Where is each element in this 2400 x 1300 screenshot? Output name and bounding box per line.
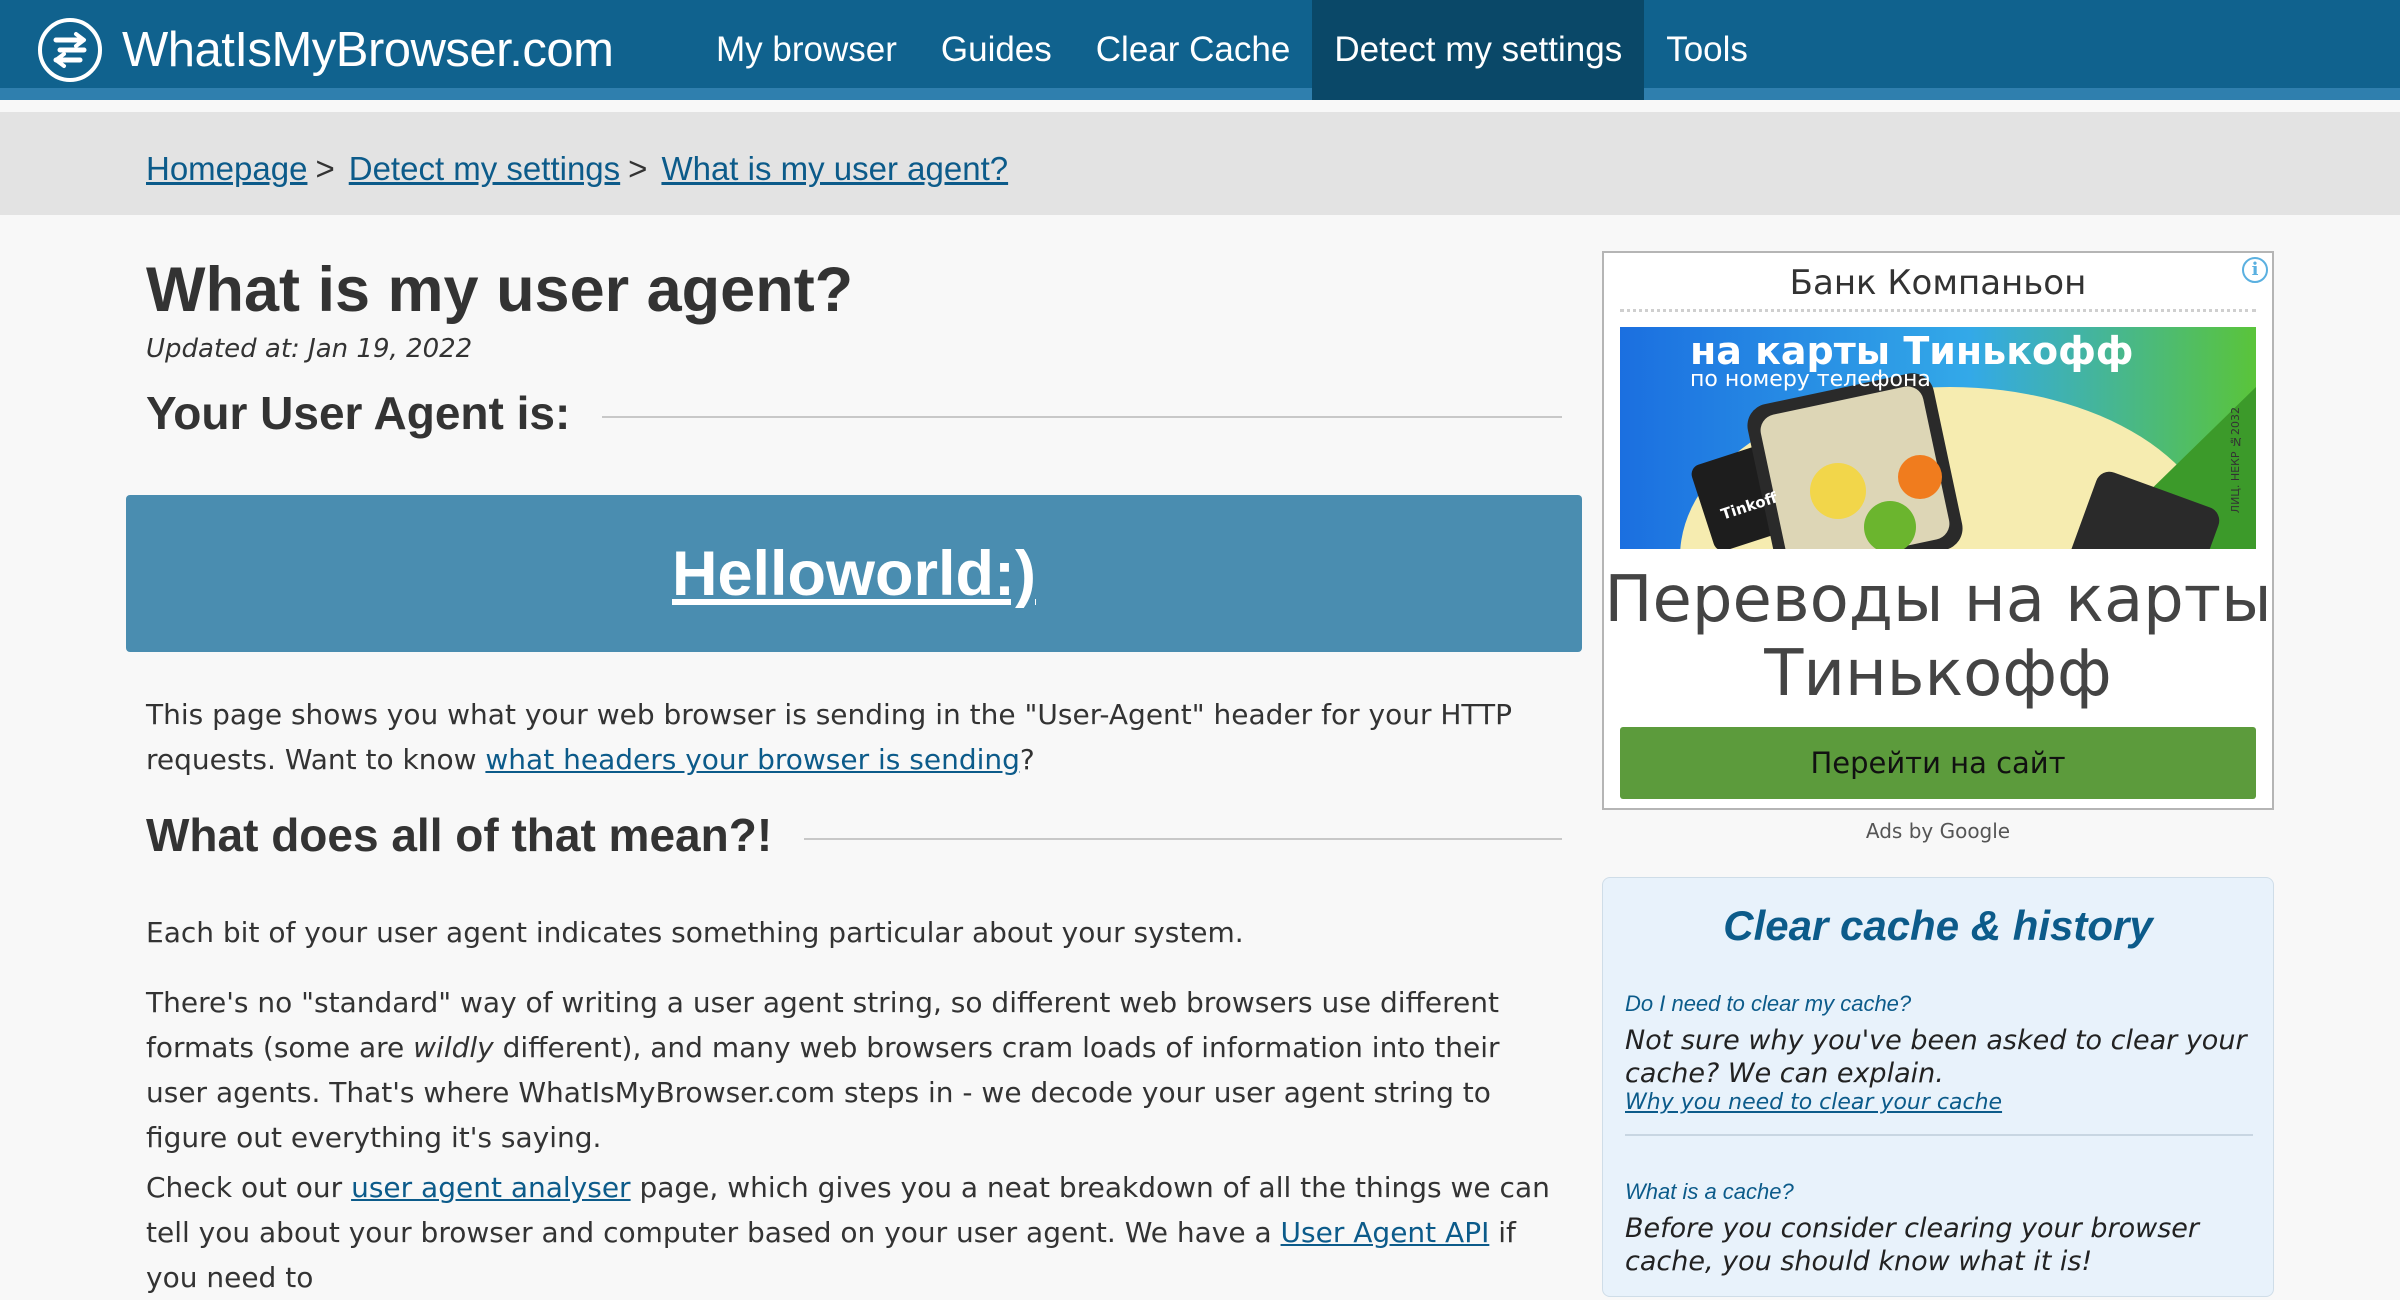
ad-advertiser: Банк Компаньон bbox=[1789, 263, 2087, 303]
ad-visit-site-button[interactable]: Перейти на сайт bbox=[1620, 727, 2256, 799]
breadcrumb-bar: Homepage > Detect my settings > What is … bbox=[0, 112, 2400, 215]
updated-date: Updated at: Jan 19, 2022 bbox=[146, 334, 473, 364]
meaning-heading-text: What does all of that mean?! bbox=[146, 809, 773, 861]
card-item-text: Not sure why you've been asked to clear … bbox=[1625, 1025, 2247, 1089]
card-item-heading-link[interactable]: What is a cache? bbox=[1625, 1179, 1794, 1204]
page-title: What is my user agent? bbox=[146, 255, 854, 325]
whatismybrowser-logo-icon bbox=[38, 18, 102, 82]
nav-tools[interactable]: Tools bbox=[1644, 0, 1770, 100]
card-item-text: Before you consider clearing your browse… bbox=[1625, 1213, 2199, 1277]
main-nav: My browser Guides Clear Cache Detect my … bbox=[694, 0, 1770, 100]
breadcrumb: Homepage > Detect my settings > What is … bbox=[146, 150, 1008, 188]
meaning-heading: What does all of that mean?! bbox=[146, 808, 1562, 862]
ad-image-subline: по номеру телефона bbox=[1690, 367, 1931, 392]
breadcrumb-separator: > bbox=[628, 150, 648, 187]
user-agent-api-link[interactable]: User Agent API bbox=[1281, 1216, 1490, 1249]
card-item: What is a cache? Before you consider cle… bbox=[1625, 1168, 2253, 1278]
intro-text-end: ? bbox=[1019, 743, 1035, 776]
intro-paragraph: This page shows you what your web browse… bbox=[146, 692, 1562, 782]
nav-guides[interactable]: Guides bbox=[919, 0, 1074, 100]
card-item-link[interactable]: Why you need to clear your cache bbox=[1625, 1090, 2002, 1115]
breadcrumb-detect-my-settings[interactable]: Detect my settings bbox=[349, 150, 620, 188]
breadcrumb-current-page[interactable]: What is my user agent? bbox=[661, 150, 1008, 188]
meaning-paragraph: Each bit of your user agent indicates so… bbox=[146, 916, 1244, 949]
card-item: Do I need to clear my cache? Not sure wh… bbox=[1625, 980, 2253, 1115]
nav-clear-cache[interactable]: Clear Cache bbox=[1074, 0, 1313, 100]
ad-divider bbox=[1620, 309, 2256, 312]
user-agent-heading-text: Your User Agent is: bbox=[146, 387, 571, 439]
ad-image[interactable]: на карты Тинькофф по номеру телефона Tin… bbox=[1620, 327, 2256, 549]
main-content: What is my user agent? Updated at: Jan 1… bbox=[126, 250, 1582, 1294]
analyser-paragraph: Check out our user agent analyser page, … bbox=[146, 1165, 1562, 1300]
ads-by-google[interactable]: Ads by Google bbox=[1602, 819, 2274, 843]
ad-image-headline: на карты Тинькофф bbox=[1690, 329, 2134, 373]
nav-detect-my-settings[interactable]: Detect my settings bbox=[1312, 0, 1645, 100]
nav-my-browser[interactable]: My browser bbox=[694, 0, 919, 100]
emphasis-wildly: wildly bbox=[413, 1031, 494, 1064]
card-title: Clear cache & history bbox=[1723, 902, 2153, 949]
breadcrumb-homepage[interactable]: Homepage bbox=[146, 150, 307, 188]
card-item-heading-link[interactable]: Do I need to clear my cache? bbox=[1625, 991, 1911, 1016]
user-agent-box: Helloworld:) bbox=[126, 495, 1582, 652]
user-agent-analyser-link[interactable]: user agent analyser bbox=[351, 1171, 631, 1204]
ad-headline[interactable]: Переводы на карты Тинькофф bbox=[1604, 563, 2272, 711]
ad-license-text: ЛИЦ. НЕКР №2032 bbox=[2229, 407, 2242, 514]
heading-rule bbox=[804, 838, 1562, 840]
analyser-text: Check out our bbox=[146, 1171, 352, 1204]
clear-cache-card: Clear cache & history Do I need to clear… bbox=[1602, 877, 2274, 1297]
breadcrumb-separator: > bbox=[315, 150, 335, 187]
user-agent-heading: Your User Agent is: bbox=[146, 386, 1562, 440]
advertisement[interactable]: i Банк Компаньон на карты Тинькофф по но… bbox=[1602, 251, 2274, 810]
card-divider bbox=[1625, 1134, 2253, 1136]
standard-paragraph: There's no "standard" way of writing a u… bbox=[146, 980, 1562, 1160]
user-agent-string-link[interactable]: Helloworld:) bbox=[672, 538, 1036, 610]
headers-link[interactable]: what headers your browser is sending bbox=[485, 743, 1020, 776]
top-navbar: WhatIsMyBrowser.com My browser Guides Cl… bbox=[0, 0, 2400, 100]
brand-name: WhatIsMyBrowser.com bbox=[122, 23, 614, 77]
heading-rule bbox=[602, 416, 1562, 418]
brand-link[interactable]: WhatIsMyBrowser.com bbox=[36, 16, 614, 84]
